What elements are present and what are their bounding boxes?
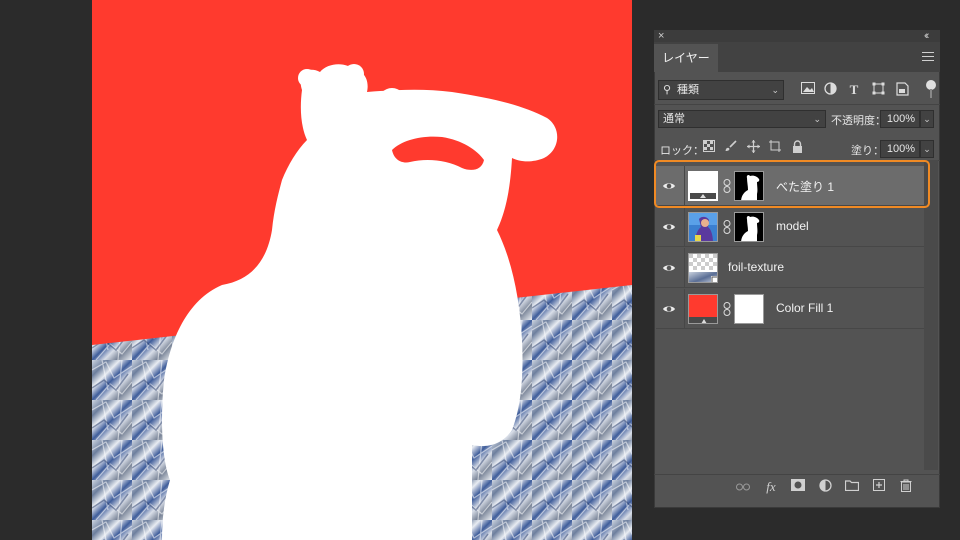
lock-label: ロック： [660, 145, 704, 157]
trash-icon[interactable] [898, 479, 914, 495]
canvas-artwork [92, 64, 632, 540]
lock-artboard-icon[interactable] [768, 140, 782, 154]
search-icon: ⚲ [663, 84, 672, 96]
blend-mode-select[interactable]: 通常 ⌄ [658, 110, 826, 128]
layer-thumbnail-foil[interactable] [688, 253, 718, 283]
layer-name[interactable]: foil-texture [728, 260, 784, 274]
close-panel-button[interactable]: × [658, 30, 664, 42]
layer-thumbnail-color-fill[interactable] [688, 294, 718, 324]
add-mask-icon[interactable] [790, 479, 806, 495]
new-layer-icon[interactable] [871, 479, 887, 495]
layer-mask-thumbnail[interactable] [734, 212, 764, 242]
fx-icon[interactable]: fx [763, 479, 779, 495]
visibility-eye-icon[interactable] [662, 220, 676, 234]
chevron-down-icon: ⌄ [771, 85, 779, 95]
panel-title-strip[interactable] [654, 30, 940, 42]
layer-row-foil-texture[interactable]: foil-texture [656, 248, 924, 288]
layer-thumbnail-model[interactable] [688, 212, 718, 242]
collapse-panel-button[interactable]: ‹‹ [924, 30, 930, 42]
chain-link-icon[interactable] [723, 302, 731, 316]
document-canvas[interactable] [92, 0, 632, 540]
divider [654, 104, 940, 105]
tab-layers[interactable]: レイヤー [654, 44, 718, 72]
layer-row-color-fill-1[interactable]: Color Fill 1 [656, 289, 924, 329]
filter-toggle-switch[interactable] [926, 80, 936, 98]
image-filter-icon[interactable] [800, 82, 816, 98]
visibility-eye-icon[interactable] [662, 302, 676, 316]
fill-dropdown-button[interactable]: ⌄ [920, 140, 934, 158]
opacity-label: 不透明度： [831, 115, 886, 127]
layer-mask-thumbnail[interactable] [734, 294, 764, 324]
layer-filter-select[interactable]: ⚲ 種類 ⌄ [658, 80, 784, 100]
opacity-dropdown-button[interactable]: ⌄ [920, 110, 934, 128]
lock-all-icon[interactable] [790, 140, 804, 154]
new-group-icon[interactable] [844, 479, 860, 495]
shape-filter-icon[interactable] [870, 82, 886, 98]
smart-object-filter-icon[interactable] [894, 82, 910, 98]
layer-row-model[interactable]: model [656, 207, 924, 247]
adjustment-layer-icon[interactable] [817, 479, 833, 495]
selected-layer-highlight [654, 160, 930, 208]
fill-input[interactable]: 100% [880, 140, 920, 158]
chain-link-icon[interactable] [723, 220, 731, 234]
panel-menu-icon[interactable] [922, 52, 934, 62]
lock-transparent-pixels-icon[interactable] [702, 140, 716, 154]
row-divider [684, 289, 685, 329]
opacity-input[interactable]: 100% [880, 110, 920, 128]
layer-name[interactable]: Color Fill 1 [776, 301, 833, 315]
lock-image-pixels-brush-icon[interactable] [724, 140, 738, 154]
type-filter-icon[interactable]: T [846, 82, 862, 98]
lock-position-move-icon[interactable] [746, 140, 760, 154]
link-layers-icon[interactable] [735, 479, 751, 495]
layer-name[interactable]: model [776, 219, 809, 233]
row-divider [684, 207, 685, 247]
filter-kind-label: 種類 [677, 84, 699, 96]
visibility-eye-icon[interactable] [662, 261, 676, 275]
row-divider [684, 248, 685, 288]
adjustment-filter-icon[interactable] [822, 82, 838, 98]
chevron-down-icon: ⌄ [813, 114, 821, 124]
blend-mode-value: 通常 [663, 113, 685, 125]
